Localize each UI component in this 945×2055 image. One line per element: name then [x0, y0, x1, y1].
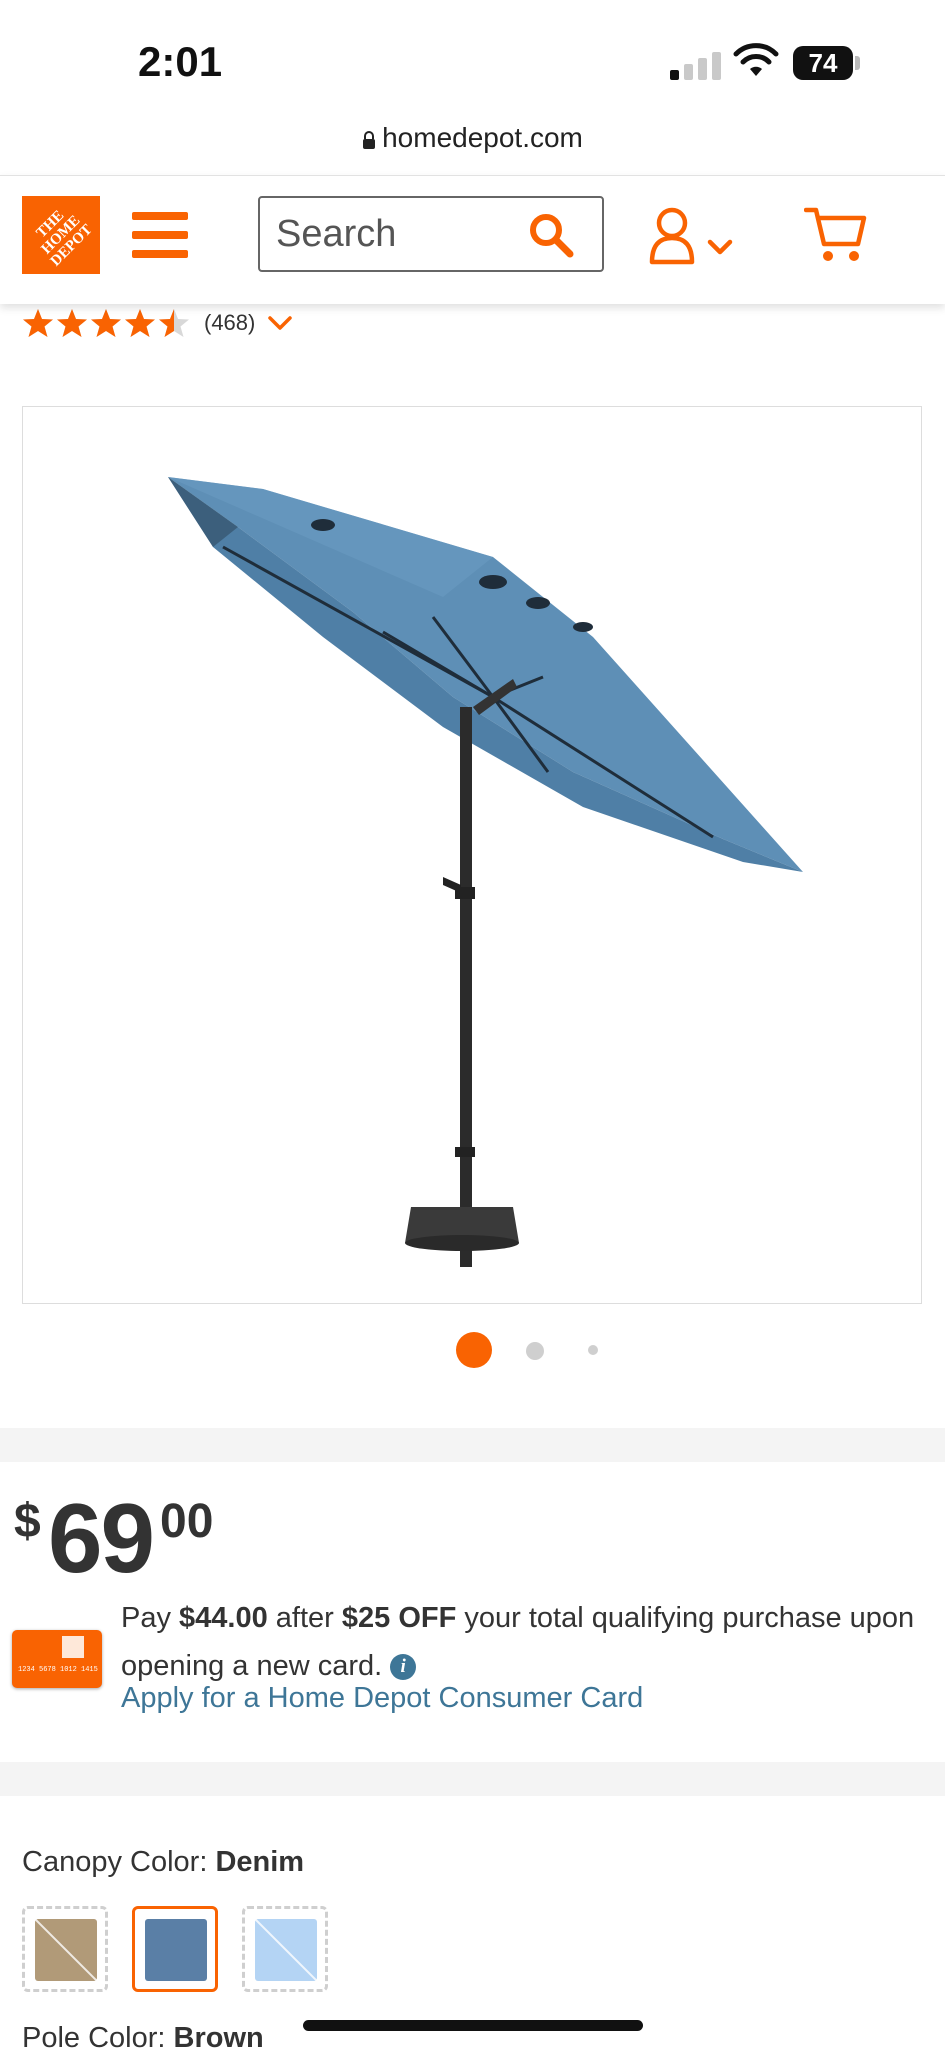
star-full-icon — [91, 309, 121, 337]
unavailable-slash-icon — [255, 1919, 317, 1981]
promo-discount: $25 OFF — [341, 1602, 457, 1634]
site-header: THE HOME DEPOT — [0, 175, 945, 304]
price-cents: 00 — [160, 1495, 214, 1548]
promo-price: $44.00 — [179, 1602, 268, 1634]
gallery-pagination — [0, 1332, 945, 1368]
price-currency: $ — [14, 1495, 41, 1548]
battery-indicator: 74 — [793, 46, 853, 80]
chevron-down-icon[interactable] — [267, 314, 293, 332]
home-indicator — [303, 2020, 643, 2031]
unavailable-slash-icon — [35, 1919, 97, 1981]
pagination-dot-active[interactable] — [456, 1332, 492, 1368]
star-half-icon — [159, 309, 189, 337]
wifi-icon — [733, 43, 779, 76]
canopy-color-value: Denim — [215, 1846, 305, 1878]
info-icon[interactable]: i — [390, 1654, 417, 1681]
star-full-icon — [23, 309, 53, 337]
section-divider — [0, 1762, 945, 1796]
section-divider — [0, 1428, 945, 1462]
card-promo-text: Pay $44.00 after $25 OFF your total qual… — [121, 1602, 915, 1682]
apply-card-link[interactable]: Apply for a Home Depot Consumer Card — [121, 1682, 643, 1715]
pole-color-label: Pole Color: Brown — [22, 2022, 264, 2054]
price-card: $ 69 00 1234 5678 1012 1415 Pay $44.00 a… — [0, 1462, 945, 1762]
rating-row[interactable]: (468) — [22, 306, 293, 340]
lock-icon — [363, 130, 376, 149]
cellular-signal-icon — [670, 48, 722, 80]
swatch-color — [145, 1919, 207, 1981]
url-text: homedepot.com — [382, 122, 583, 153]
star-rating — [22, 307, 192, 339]
price-dollars: 69 — [48, 1483, 155, 1593]
url-bar[interactable]: homedepot.com — [0, 122, 945, 172]
swatch-denim[interactable] — [132, 1906, 218, 1992]
status-bar: 2:01 74 — [0, 0, 945, 120]
pole-color-value: Brown — [173, 2022, 264, 2054]
account-icon[interactable] — [648, 206, 744, 266]
card-logo-icon — [62, 1636, 84, 1658]
status-time: 2:01 — [138, 38, 223, 85]
product-image-gallery[interactable] — [22, 406, 922, 1304]
hamburger-menu-icon[interactable] — [132, 212, 188, 258]
color-options: Canopy Color: Denim Pole Color: Brown — [0, 1796, 945, 2054]
credit-card-image: 1234 5678 1012 1415 — [12, 1630, 102, 1688]
swatch-light-blue[interactable] — [242, 1906, 328, 1992]
star-full-icon — [57, 309, 87, 337]
review-count: (468) — [204, 310, 256, 335]
card-number: 1234 5678 1012 1415 — [18, 1666, 98, 1674]
search-box — [258, 196, 604, 272]
patio-umbrella-image — [168, 477, 803, 1267]
battery-cap — [855, 56, 860, 70]
star-full-icon — [125, 309, 155, 337]
pagination-dot[interactable] — [588, 1345, 598, 1355]
search-input[interactable] — [276, 212, 516, 256]
pagination-dot[interactable] — [526, 1342, 544, 1360]
swatch-brown[interactable] — [22, 1906, 108, 1992]
canopy-color-label: Canopy Color: Denim — [22, 1846, 305, 1878]
home-depot-logo[interactable]: THE HOME DEPOT — [22, 196, 100, 274]
cart-icon[interactable] — [804, 204, 868, 264]
search-icon[interactable] — [528, 212, 574, 258]
